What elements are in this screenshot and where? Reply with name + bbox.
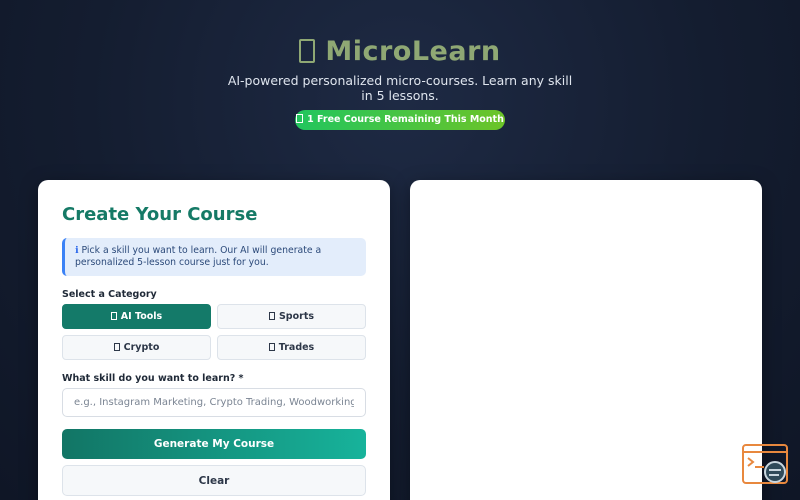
category-sports-button[interactable]: Sports [217, 304, 366, 329]
card-title: Create Your Course [62, 204, 258, 225]
help-widget-icon[interactable] [742, 444, 790, 488]
info-box: ℹ Pick a skill you want to learn. Our AI… [62, 238, 366, 276]
info-icon: ℹ [75, 245, 79, 256]
category-label-crypto: Crypto [123, 342, 160, 353]
ball-icon [268, 312, 275, 320]
coin-icon [113, 343, 120, 351]
free-course-badge: 1 Free Course Remaining This Month [295, 110, 505, 130]
hammer-icon [268, 343, 275, 351]
robot-icon [110, 312, 117, 320]
category-ai-tools-button[interactable]: AI Tools [62, 304, 211, 329]
category-label-ai-tools: AI Tools [120, 311, 163, 322]
category-label: Select a Category [62, 289, 157, 300]
tagline: AI-powered personalized micro-courses. L… [227, 73, 573, 103]
app-logo: MicroLearn [0, 36, 800, 67]
create-course-card: Create Your Course ℹ Pick a skill you wa… [38, 180, 390, 500]
skill-input[interactable] [62, 388, 366, 417]
generate-course-button[interactable]: Generate My Course [62, 429, 366, 459]
gift-icon [296, 114, 304, 123]
clear-button[interactable]: Clear [62, 465, 366, 496]
course-output-panel [410, 180, 762, 500]
book-icon [299, 39, 316, 63]
category-label-sports: Sports [278, 311, 315, 322]
category-trades-button[interactable]: Trades [217, 335, 366, 360]
category-label-trades: Trades [278, 342, 315, 353]
skill-label: What skill do you want to learn? * [62, 373, 244, 384]
category-crypto-button[interactable]: Crypto [62, 335, 211, 360]
info-text: Pick a skill you want to learn. Our AI w… [75, 245, 322, 268]
badge-text: 1 Free Course Remaining This Month [307, 114, 504, 125]
app-name: MicroLearn [325, 36, 501, 67]
